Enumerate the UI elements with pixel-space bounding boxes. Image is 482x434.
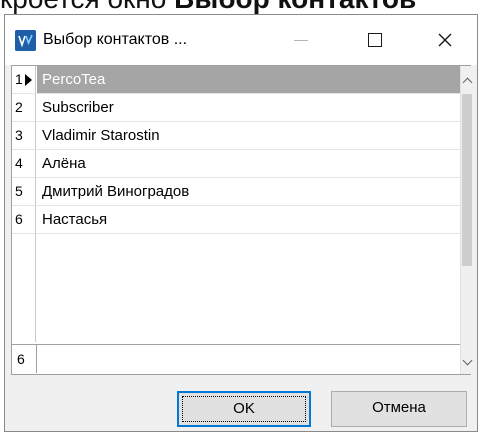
table-row[interactable]: 1 PercoTea	[12, 66, 460, 94]
document-heading-fragment: кроется окно Выбор контактов	[0, 0, 482, 14]
vertical-scrollbar[interactable]	[460, 66, 472, 374]
table-row[interactable]: 2 Subscriber	[12, 94, 460, 122]
contact-name: Subscriber	[42, 99, 114, 116]
contact-name: PercoTea	[42, 71, 106, 88]
contacts-dialog: Выбор контактов ... 1 PercoTea 2 Subscri…	[4, 14, 478, 432]
cancel-button[interactable]: Отмена	[331, 391, 467, 427]
minimize-button[interactable]	[279, 21, 323, 59]
scroll-up-button[interactable]	[461, 70, 473, 90]
focus-rectangle	[182, 396, 306, 422]
scroll-down-button[interactable]	[461, 352, 473, 372]
contact-name: Vladimir Starostin	[42, 127, 160, 144]
maximize-button[interactable]	[353, 21, 397, 59]
document-text: кроется окно	[0, 0, 174, 14]
app-icon	[15, 30, 36, 51]
title-bar[interactable]: Выбор контактов ...	[5, 15, 477, 65]
grid-footer: 6	[12, 344, 460, 374]
document-text-bold: Выбор контактов	[174, 0, 416, 14]
table-row[interactable]: 5 Дмитрий Виноградов	[12, 178, 460, 206]
scroll-thumb[interactable]	[462, 94, 472, 266]
table-row[interactable]: 4 Алёна	[12, 150, 460, 178]
table-row[interactable]: 3 Vladimir Starostin	[12, 122, 460, 150]
close-button[interactable]	[423, 21, 467, 59]
cancel-button-label: Отмена	[372, 399, 426, 416]
footer-divider	[36, 345, 37, 373]
contacts-grid[interactable]: 1 PercoTea 2 Subscriber 3 Vladimir Staro…	[11, 65, 472, 375]
chevron-down-icon	[462, 355, 472, 365]
window-title: Выбор контактов ...	[43, 31, 188, 48]
record-count: 6	[17, 351, 25, 367]
row-number: 2	[15, 99, 23, 115]
current-row-pointer-icon	[25, 74, 32, 86]
contact-name: Дмитрий Виноградов	[42, 183, 190, 200]
ok-button[interactable]: OK	[177, 391, 311, 427]
minimize-icon	[294, 39, 308, 41]
contact-name: Настасья	[42, 211, 108, 228]
row-number: 5	[15, 183, 23, 199]
close-icon	[438, 33, 452, 47]
row-number: 3	[15, 127, 23, 143]
chevron-up-icon	[462, 77, 472, 87]
row-number: 6	[15, 211, 23, 227]
table-row[interactable]: 6 Настасья	[12, 206, 460, 234]
contact-name: Алёна	[42, 155, 86, 172]
maximize-icon	[368, 33, 382, 47]
row-number: 4	[15, 155, 23, 171]
